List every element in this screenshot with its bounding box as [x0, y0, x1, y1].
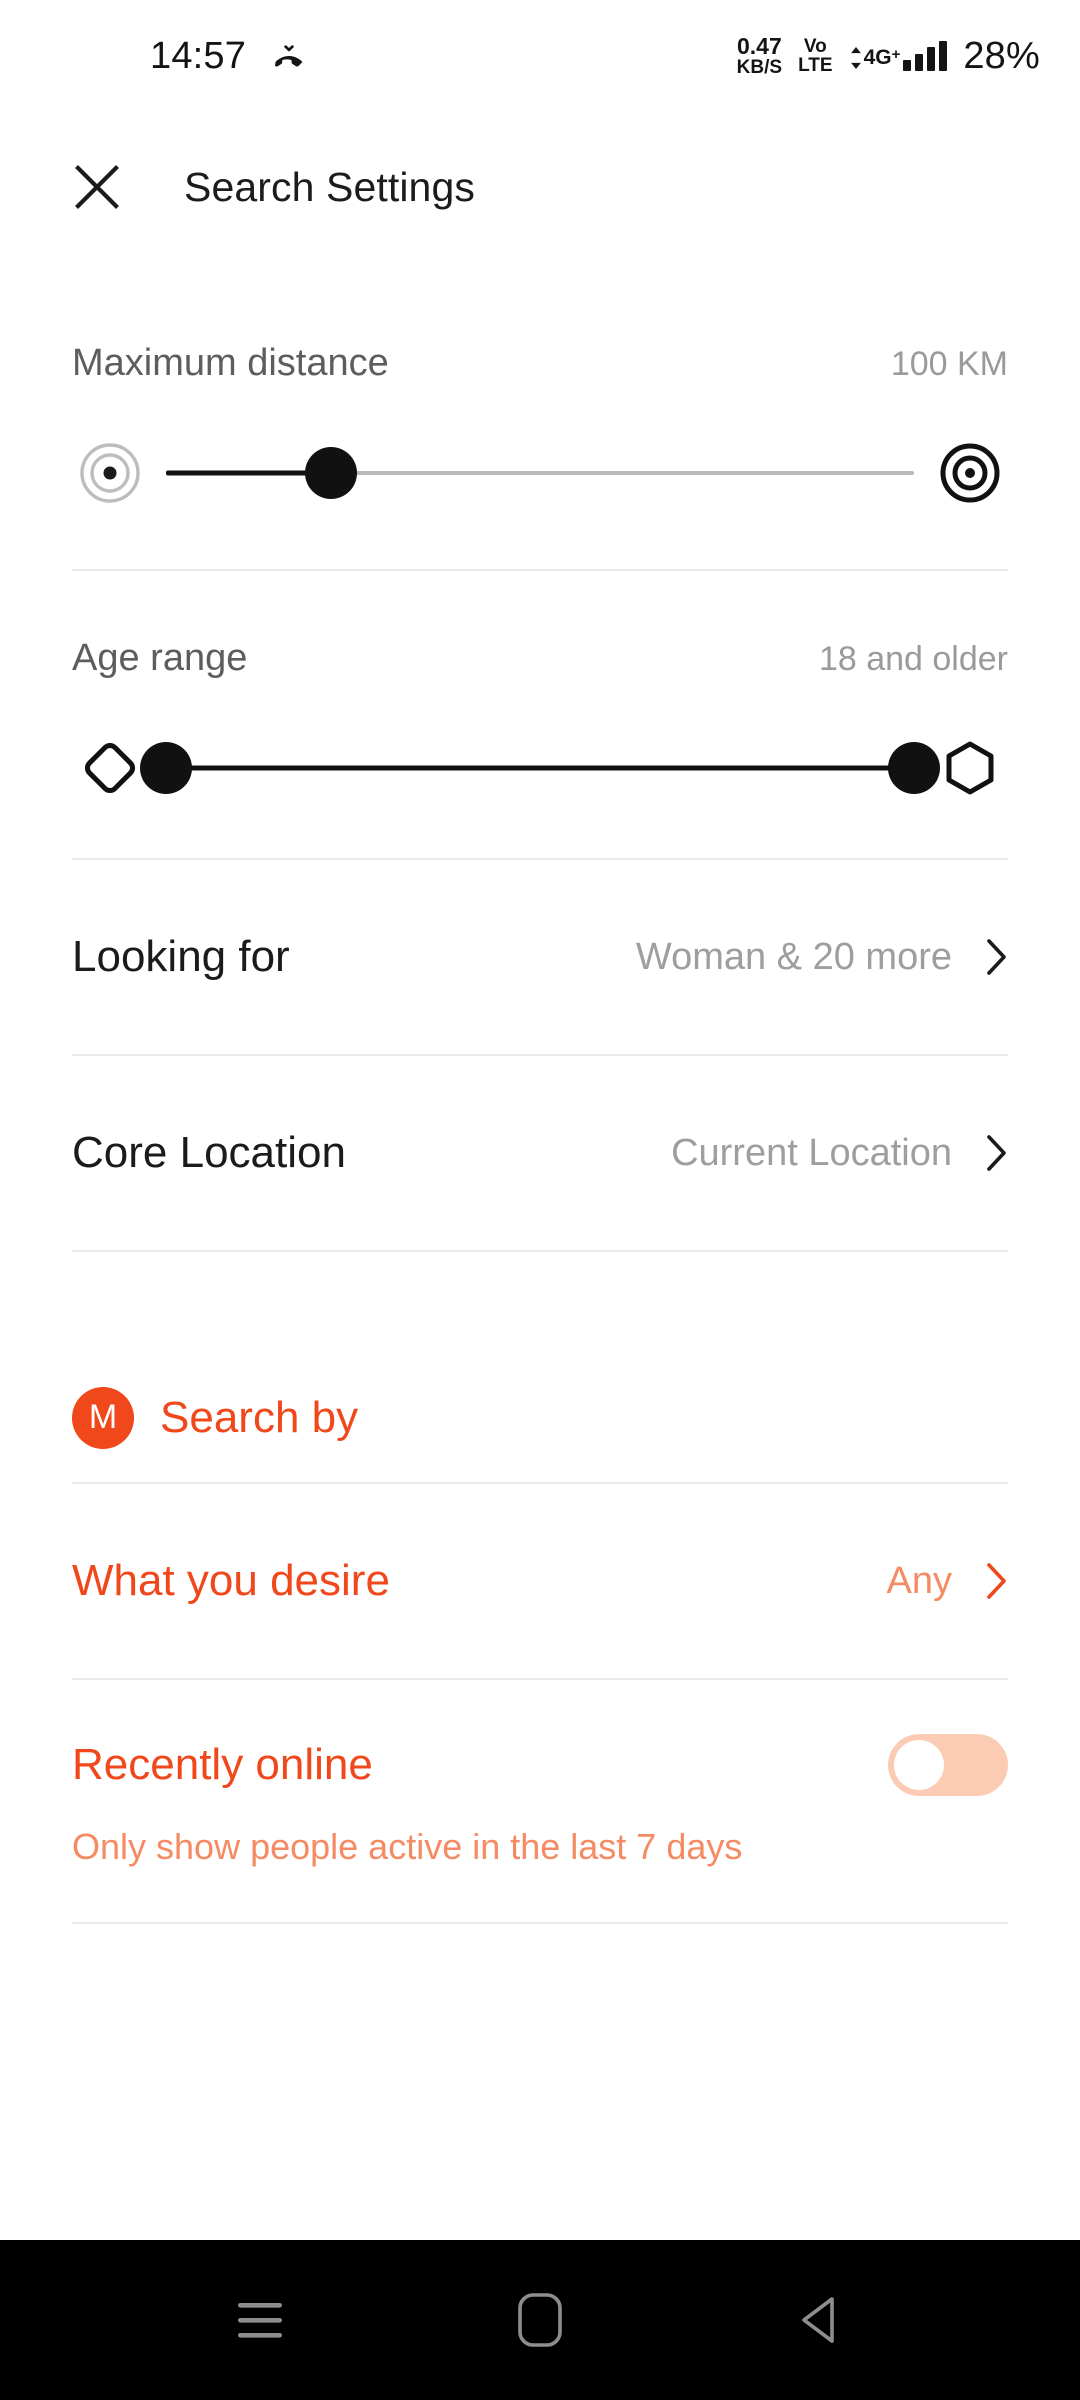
volte-top-label: Vo	[803, 35, 827, 57]
back-triangle-icon	[802, 2297, 834, 2343]
status-bar-right: 0.47 KB/S Vo LTE 4G + 28%	[736, 32, 1040, 79]
search-by-title: Search by	[160, 1393, 359, 1442]
row-core-location-value: Current Location	[671, 1131, 952, 1174]
network-generation: 4G	[863, 46, 892, 69]
signal-indicator: 4G +	[849, 41, 948, 71]
age-range-slider[interactable]	[72, 728, 1008, 808]
maximum-distance-section: Maximum distance 100 KM	[72, 262, 1008, 569]
target-small-icon	[72, 435, 148, 511]
recents-button[interactable]	[200, 2260, 320, 2380]
age-range-section: Age range 18 and older	[72, 571, 1008, 858]
maximum-distance-slider[interactable]	[72, 433, 1008, 513]
network-plus: +	[891, 46, 901, 63]
network-type-label: 4G +	[849, 46, 901, 69]
recents-menu-icon	[238, 2303, 282, 2338]
page-title: Search Settings	[184, 163, 475, 210]
recently-online-subtitle: Only show people active in the last 7 da…	[72, 1826, 743, 1867]
row-what-you-desire[interactable]: What you desire Any	[72, 1484, 1008, 1678]
maximum-distance-label: Maximum distance	[72, 342, 389, 384]
row-looking-for-right: Woman & 20 more	[636, 936, 1008, 979]
age-slider-thumb-min[interactable]	[140, 742, 192, 794]
network-speed-indicator: 0.47 KB/S	[736, 32, 783, 79]
age-range-value: 18 and older	[818, 640, 1008, 678]
premium-m-badge-icon: M	[72, 1387, 134, 1449]
volte-icon: Vo LTE	[798, 35, 833, 76]
network-speed-value: 0.47	[736, 32, 782, 59]
data-transfer-arrows-icon	[850, 47, 861, 69]
target-large-icon	[932, 435, 1008, 511]
row-looking-for-title: Looking for	[72, 932, 290, 981]
age-range-header: Age range 18 and older	[72, 637, 1008, 680]
status-bar-left: 14:57	[150, 35, 306, 78]
age-track[interactable]	[140, 728, 940, 808]
diamond-icon	[72, 730, 148, 806]
home-square-icon	[518, 2293, 562, 2347]
status-bar: 14:57 0.47 KB/S Vo LTE 4G + 28%	[0, 0, 1080, 112]
divider-after-recently-online	[72, 1922, 1008, 1924]
home-button[interactable]	[480, 2260, 600, 2380]
row-core-location-right: Current Location	[671, 1132, 1008, 1175]
back-button[interactable]	[760, 2260, 880, 2380]
recently-online-main: Recently online	[72, 1734, 1008, 1796]
close-button[interactable]	[70, 160, 124, 214]
close-icon	[75, 165, 119, 209]
age-track-fill	[166, 765, 914, 771]
volte-bottom-label: LTE	[798, 55, 833, 76]
settings-content: Maximum distance 100 KM Age range 18 and…	[0, 262, 1080, 2240]
row-looking-for[interactable]: Looking for Woman & 20 more	[72, 860, 1008, 1054]
hexagon-icon	[932, 730, 1008, 806]
row-looking-for-value: Woman & 20 more	[635, 935, 952, 978]
age-range-label: Age range	[72, 637, 248, 679]
system-navigation-bar	[0, 2240, 1080, 2400]
row-recently-online[interactable]: Recently online Only show people active …	[72, 1680, 1008, 1922]
chevron-right-icon	[987, 939, 1006, 975]
age-slider-thumb-max[interactable]	[888, 742, 940, 794]
row-what-you-desire-value: Any	[886, 1559, 952, 1602]
missed-call-icon	[272, 39, 306, 73]
app-screen: 14:57 0.47 KB/S Vo LTE 4G + 28% Search S…	[0, 0, 1080, 2400]
chevron-right-icon	[987, 1135, 1006, 1171]
maximum-distance-value: 100 KM	[890, 345, 1008, 383]
recently-online-title: Recently online	[72, 1740, 373, 1789]
signal-bars-icon	[903, 41, 948, 71]
status-clock: 14:57	[150, 34, 247, 77]
app-header: Search Settings	[0, 112, 1080, 262]
row-core-location-title: Core Location	[72, 1128, 346, 1177]
distance-slider-thumb[interactable]	[304, 447, 357, 499]
row-what-you-desire-right: Any	[887, 1560, 1008, 1603]
search-by-header: M Search by	[72, 1354, 1008, 1482]
distance-track[interactable]	[166, 433, 914, 513]
row-what-you-desire-title: What you desire	[72, 1556, 390, 1605]
maximum-distance-header: Maximum distance 100 KM	[72, 342, 1008, 385]
recently-online-toggle[interactable]	[888, 1734, 1008, 1796]
battery-percentage: 28%	[963, 34, 1040, 77]
chevron-right-icon	[987, 1563, 1006, 1599]
toggle-knob	[894, 1740, 944, 1790]
row-core-location[interactable]: Core Location Current Location	[72, 1056, 1008, 1250]
network-speed-unit: KB/S	[736, 57, 783, 79]
